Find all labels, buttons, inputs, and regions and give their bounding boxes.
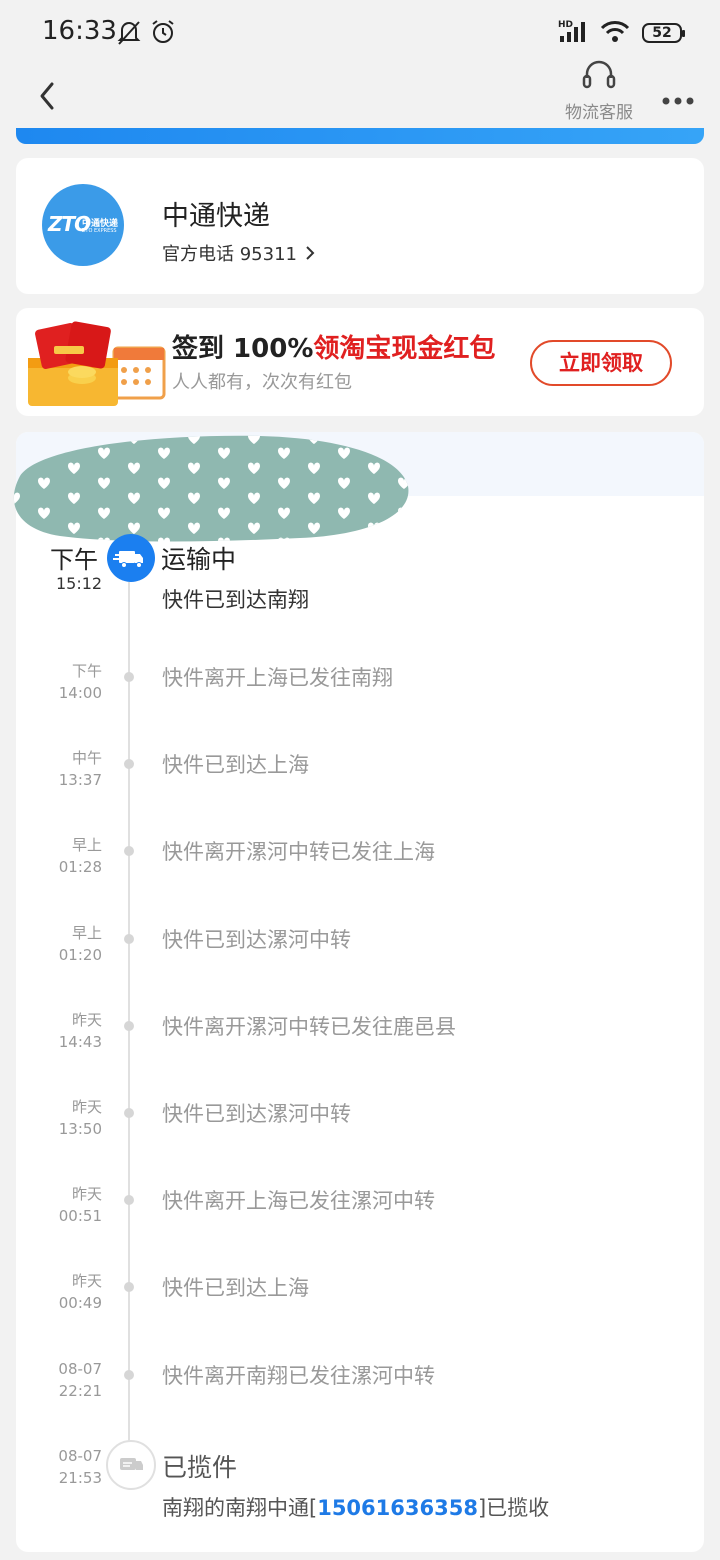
red-envelope-gift-icon — [28, 321, 166, 406]
event-time: 14:00 — [58, 684, 102, 702]
event-period: 昨天 — [71, 1185, 102, 1203]
courier-name: 中通快递 — [162, 201, 270, 232]
promo-subtitle: 人人都有，次次有红包 — [172, 372, 352, 393]
redaction-scribble — [13, 435, 409, 542]
status-time: 16:33 — [42, 16, 117, 46]
event-period: 昨天 — [71, 1098, 102, 1116]
courier-phone-link[interactable]: 15061636358 — [317, 1496, 478, 1520]
status-bar: 16:33 HD 52 — [0, 0, 720, 64]
event-time: 21:53 — [58, 1469, 102, 1487]
pickup-status-title: 已揽件 — [162, 1453, 238, 1482]
event-text: 快件离开上海已发往南翔 — [162, 666, 393, 690]
timeline-dot — [124, 672, 134, 682]
event-time: 14:43 — [58, 1033, 102, 1051]
current-status-description: 快件已到达南翔 — [162, 588, 309, 612]
timeline-line — [128, 582, 130, 1452]
alarm-icon — [150, 18, 176, 50]
back-button[interactable] — [30, 74, 70, 114]
event-time: 00:51 — [58, 1207, 102, 1225]
pickup-description: 南翔的南翔中通[15061636358]已揽收 — [162, 1496, 550, 1520]
more-button[interactable] — [656, 74, 700, 114]
wifi-icon — [600, 19, 630, 47]
promo-banner[interactable]: 签到 100%领淘宝现金红包 人人都有，次次有红包 立即领取 — [16, 308, 704, 416]
event-text: 快件离开漯河中转已发往鹿邑县 — [162, 1015, 456, 1039]
signal-icon: HD — [558, 18, 588, 48]
battery-indicator: 52 — [642, 23, 685, 43]
timeline-dot — [124, 846, 134, 856]
event-time: 13:37 — [58, 771, 102, 789]
more-dots-icon — [662, 97, 694, 105]
headset-icon — [582, 60, 616, 89]
chevron-right-icon — [306, 246, 315, 260]
event-period: 下午 — [50, 546, 98, 574]
svg-text:HD: HD — [558, 20, 573, 30]
event-time: 01:20 — [58, 946, 102, 964]
truck-icon — [107, 534, 155, 582]
customer-service-button[interactable]: 物流客服 — [556, 58, 642, 123]
event-time: 22:21 — [58, 1382, 102, 1400]
timeline-dot — [124, 1108, 134, 1118]
event-time: 01:28 — [58, 858, 102, 876]
event-text: 快件离开南翔已发往漯河中转 — [162, 1364, 435, 1388]
timeline-dot — [124, 1195, 134, 1205]
event-period: 昨天 — [71, 1011, 102, 1029]
official-phone-label: 官方电话 95311 — [162, 244, 297, 265]
nav-bar: 物流客服 — [0, 60, 720, 128]
timeline-dot — [124, 1370, 134, 1380]
official-phone-link[interactable]: 官方电话 95311 — [162, 240, 317, 266]
event-text: 快件离开上海已发往漯河中转 — [162, 1189, 435, 1213]
courier-logo: ZTO 中通快递 ZTO EXPRESS — [42, 184, 124, 266]
event-text: 快件离开漯河中转已发往上海 — [162, 840, 435, 864]
event-text: 快件已到达漯河中转 — [162, 928, 351, 952]
claim-now-button[interactable]: 立即领取 — [530, 340, 672, 386]
timeline-dot — [124, 1021, 134, 1031]
event-period: 08-07 — [58, 1360, 102, 1378]
event-time: 13:50 — [58, 1120, 102, 1138]
promo-title: 签到 100%领淘宝现金红包 — [172, 334, 496, 364]
current-status-title: 运输中 — [161, 545, 237, 574]
chevron-left-icon — [40, 82, 54, 110]
event-period: 中午 — [71, 749, 102, 767]
event-period: 下午 — [71, 662, 102, 680]
timeline-dot — [124, 759, 134, 769]
courier-card[interactable]: ZTO 中通快递 ZTO EXPRESS 中通快递 官方电话 95311 — [16, 158, 704, 294]
customer-service-label: 物流客服 — [565, 103, 633, 123]
timeline-dot — [124, 934, 134, 944]
event-text: 快件已到达上海 — [162, 1276, 309, 1300]
mute-bell-icon — [116, 18, 142, 50]
tracking-timeline: 下午 15:12 运输中 快件已到达南翔 下午 14:00 快件离开上海已发往南翔… — [13, 432, 704, 1552]
event-text: 快件已到达漯河中转 — [162, 1102, 351, 1126]
timeline-dot — [124, 1282, 134, 1292]
event-period: 早上 — [71, 924, 102, 942]
event-period: 早上 — [71, 836, 102, 854]
event-period: 08-07 — [58, 1447, 102, 1465]
header-banner-strip — [16, 128, 704, 144]
parcel-pickup-icon — [106, 1440, 156, 1490]
event-time: 15:12 — [56, 574, 103, 593]
event-period: 昨天 — [71, 1272, 102, 1290]
event-text: 快件已到达上海 — [162, 753, 309, 777]
event-time: 00:49 — [58, 1294, 102, 1312]
